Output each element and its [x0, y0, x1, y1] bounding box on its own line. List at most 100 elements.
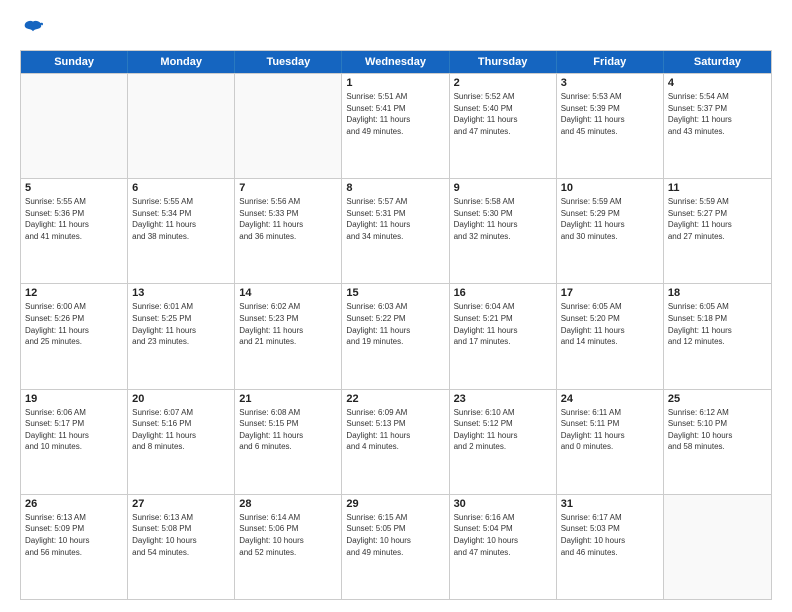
day-cell-22: 22 Sunrise: 6:09 AM Sunset: 5:13 PM Dayli… [342, 390, 449, 494]
logo [20, 18, 44, 40]
day-info-13: Sunrise: 6:01 AM Sunset: 5:25 PM Dayligh… [132, 301, 230, 347]
day-cell-9: 9 Sunrise: 5:58 AM Sunset: 5:30 PM Daylig… [450, 179, 557, 283]
day-number-30: 30 [454, 498, 552, 510]
calendar-body: 1Sunrise: 5:51 AM Sunset: 5:41 PM Daylig… [21, 73, 771, 599]
day-info-9: Sunrise: 5:58 AM Sunset: 5:30 PM Dayligh… [454, 196, 552, 242]
day-cell-2: 2 Sunrise: 5:52 AM Sunset: 5:40 PM Daylig… [450, 74, 557, 178]
logo-bird-icon [22, 18, 44, 40]
day-info-31: Sunrise: 6:17 AM Sunset: 5:03 PM Dayligh… [561, 512, 659, 558]
day-number-22: 22 [346, 393, 444, 405]
day-info-19: Sunrise: 6:06 AM Sunset: 5:17 PM Dayligh… [25, 407, 123, 453]
day-info-27: Sunrise: 6:13 AM Sunset: 5:08 PM Dayligh… [132, 512, 230, 558]
day-cell-19: 19Sunrise: 6:06 AM Sunset: 5:17 PM Dayli… [21, 390, 128, 494]
calendar-row-2: 12 Sunrise: 6:00 AM Sunset: 5:26 PM Dayli… [21, 283, 771, 388]
day-number-3: 3 [561, 77, 659, 89]
weekday-header-monday: Monday [128, 51, 235, 73]
day-cell-14: 14 Sunrise: 6:02 AM Sunset: 5:23 PM Dayli… [235, 284, 342, 388]
day-number-12: 12 [25, 287, 123, 299]
calendar-row-0: 1Sunrise: 5:51 AM Sunset: 5:41 PM Daylig… [21, 73, 771, 178]
day-info-7: Sunrise: 5:56 AM Sunset: 5:33 PM Dayligh… [239, 196, 337, 242]
day-cell-24: 24 Sunrise: 6:11 AM Sunset: 5:11 PM Dayli… [557, 390, 664, 494]
calendar-row-3: 19Sunrise: 6:06 AM Sunset: 5:17 PM Dayli… [21, 389, 771, 494]
header [20, 18, 772, 40]
day-cell-11: 11Sunrise: 5:59 AM Sunset: 5:27 PM Dayli… [664, 179, 771, 283]
day-number-15: 15 [346, 287, 444, 299]
day-info-4: Sunrise: 5:54 AM Sunset: 5:37 PM Dayligh… [668, 91, 767, 137]
day-number-27: 27 [132, 498, 230, 510]
calendar-row-4: 26 Sunrise: 6:13 AM Sunset: 5:09 PM Dayli… [21, 494, 771, 599]
day-number-10: 10 [561, 182, 659, 194]
weekday-header-tuesday: Tuesday [235, 51, 342, 73]
day-cell-13: 13 Sunrise: 6:01 AM Sunset: 5:25 PM Dayli… [128, 284, 235, 388]
page: SundayMondayTuesdayWednesdayThursdayFrid… [0, 0, 792, 612]
day-cell-25: 25 Sunrise: 6:12 AM Sunset: 5:10 PM Dayli… [664, 390, 771, 494]
weekday-header-thursday: Thursday [450, 51, 557, 73]
day-info-18: Sunrise: 6:05 AM Sunset: 5:18 PM Dayligh… [668, 301, 767, 347]
day-cell-27: 27 Sunrise: 6:13 AM Sunset: 5:08 PM Dayli… [128, 495, 235, 599]
day-info-26: Sunrise: 6:13 AM Sunset: 5:09 PM Dayligh… [25, 512, 123, 558]
day-number-28: 28 [239, 498, 337, 510]
calendar: SundayMondayTuesdayWednesdayThursdayFrid… [20, 50, 772, 600]
day-number-4: 4 [668, 77, 767, 89]
day-cell-16: 16Sunrise: 6:04 AM Sunset: 5:21 PM Dayli… [450, 284, 557, 388]
day-info-12: Sunrise: 6:00 AM Sunset: 5:26 PM Dayligh… [25, 301, 123, 347]
day-cell-30: 30 Sunrise: 6:16 AM Sunset: 5:04 PM Dayli… [450, 495, 557, 599]
day-info-28: Sunrise: 6:14 AM Sunset: 5:06 PM Dayligh… [239, 512, 337, 558]
empty-cell-r0c2 [235, 74, 342, 178]
day-number-21: 21 [239, 393, 337, 405]
day-number-5: 5 [25, 182, 123, 194]
day-cell-6: 6 Sunrise: 5:55 AM Sunset: 5:34 PM Daylig… [128, 179, 235, 283]
day-cell-26: 26 Sunrise: 6:13 AM Sunset: 5:09 PM Dayli… [21, 495, 128, 599]
weekday-header-sunday: Sunday [21, 51, 128, 73]
day-number-8: 8 [346, 182, 444, 194]
day-cell-31: 31 Sunrise: 6:17 AM Sunset: 5:03 PM Dayli… [557, 495, 664, 599]
day-number-31: 31 [561, 498, 659, 510]
day-cell-4: 4 Sunrise: 5:54 AM Sunset: 5:37 PM Daylig… [664, 74, 771, 178]
empty-cell-r4c6 [664, 495, 771, 599]
day-info-25: Sunrise: 6:12 AM Sunset: 5:10 PM Dayligh… [668, 407, 767, 453]
calendar-header: SundayMondayTuesdayWednesdayThursdayFrid… [21, 51, 771, 73]
day-info-21: Sunrise: 6:08 AM Sunset: 5:15 PM Dayligh… [239, 407, 337, 453]
day-number-14: 14 [239, 287, 337, 299]
day-number-1: 1 [346, 77, 444, 89]
day-info-10: Sunrise: 5:59 AM Sunset: 5:29 PM Dayligh… [561, 196, 659, 242]
day-number-7: 7 [239, 182, 337, 194]
day-info-20: Sunrise: 6:07 AM Sunset: 5:16 PM Dayligh… [132, 407, 230, 453]
day-number-2: 2 [454, 77, 552, 89]
day-info-30: Sunrise: 6:16 AM Sunset: 5:04 PM Dayligh… [454, 512, 552, 558]
day-info-23: Sunrise: 6:10 AM Sunset: 5:12 PM Dayligh… [454, 407, 552, 453]
day-info-5: Sunrise: 5:55 AM Sunset: 5:36 PM Dayligh… [25, 196, 123, 242]
day-info-16: Sunrise: 6:04 AM Sunset: 5:21 PM Dayligh… [454, 301, 552, 347]
calendar-row-1: 5 Sunrise: 5:55 AM Sunset: 5:36 PM Daylig… [21, 178, 771, 283]
day-number-13: 13 [132, 287, 230, 299]
day-cell-8: 8Sunrise: 5:57 AM Sunset: 5:31 PM Daylig… [342, 179, 449, 283]
day-info-2: Sunrise: 5:52 AM Sunset: 5:40 PM Dayligh… [454, 91, 552, 137]
day-cell-28: 28 Sunrise: 6:14 AM Sunset: 5:06 PM Dayli… [235, 495, 342, 599]
day-number-29: 29 [346, 498, 444, 510]
day-cell-15: 15 Sunrise: 6:03 AM Sunset: 5:22 PM Dayli… [342, 284, 449, 388]
day-cell-5: 5 Sunrise: 5:55 AM Sunset: 5:36 PM Daylig… [21, 179, 128, 283]
day-cell-18: 18Sunrise: 6:05 AM Sunset: 5:18 PM Dayli… [664, 284, 771, 388]
day-number-17: 17 [561, 287, 659, 299]
day-cell-7: 7 Sunrise: 5:56 AM Sunset: 5:33 PM Daylig… [235, 179, 342, 283]
day-number-25: 25 [668, 393, 767, 405]
weekday-header-friday: Friday [557, 51, 664, 73]
day-number-9: 9 [454, 182, 552, 194]
day-cell-1: 1Sunrise: 5:51 AM Sunset: 5:41 PM Daylig… [342, 74, 449, 178]
day-info-15: Sunrise: 6:03 AM Sunset: 5:22 PM Dayligh… [346, 301, 444, 347]
weekday-header-saturday: Saturday [664, 51, 771, 73]
day-info-6: Sunrise: 5:55 AM Sunset: 5:34 PM Dayligh… [132, 196, 230, 242]
day-info-24: Sunrise: 6:11 AM Sunset: 5:11 PM Dayligh… [561, 407, 659, 453]
day-info-17: Sunrise: 6:05 AM Sunset: 5:20 PM Dayligh… [561, 301, 659, 347]
day-number-24: 24 [561, 393, 659, 405]
weekday-header-wednesday: Wednesday [342, 51, 449, 73]
day-cell-20: 20Sunrise: 6:07 AM Sunset: 5:16 PM Dayli… [128, 390, 235, 494]
day-info-14: Sunrise: 6:02 AM Sunset: 5:23 PM Dayligh… [239, 301, 337, 347]
day-cell-10: 10 Sunrise: 5:59 AM Sunset: 5:29 PM Dayli… [557, 179, 664, 283]
day-number-26: 26 [25, 498, 123, 510]
day-cell-21: 21 Sunrise: 6:08 AM Sunset: 5:15 PM Dayli… [235, 390, 342, 494]
day-number-6: 6 [132, 182, 230, 194]
day-info-22: Sunrise: 6:09 AM Sunset: 5:13 PM Dayligh… [346, 407, 444, 453]
day-info-3: Sunrise: 5:53 AM Sunset: 5:39 PM Dayligh… [561, 91, 659, 137]
day-number-23: 23 [454, 393, 552, 405]
